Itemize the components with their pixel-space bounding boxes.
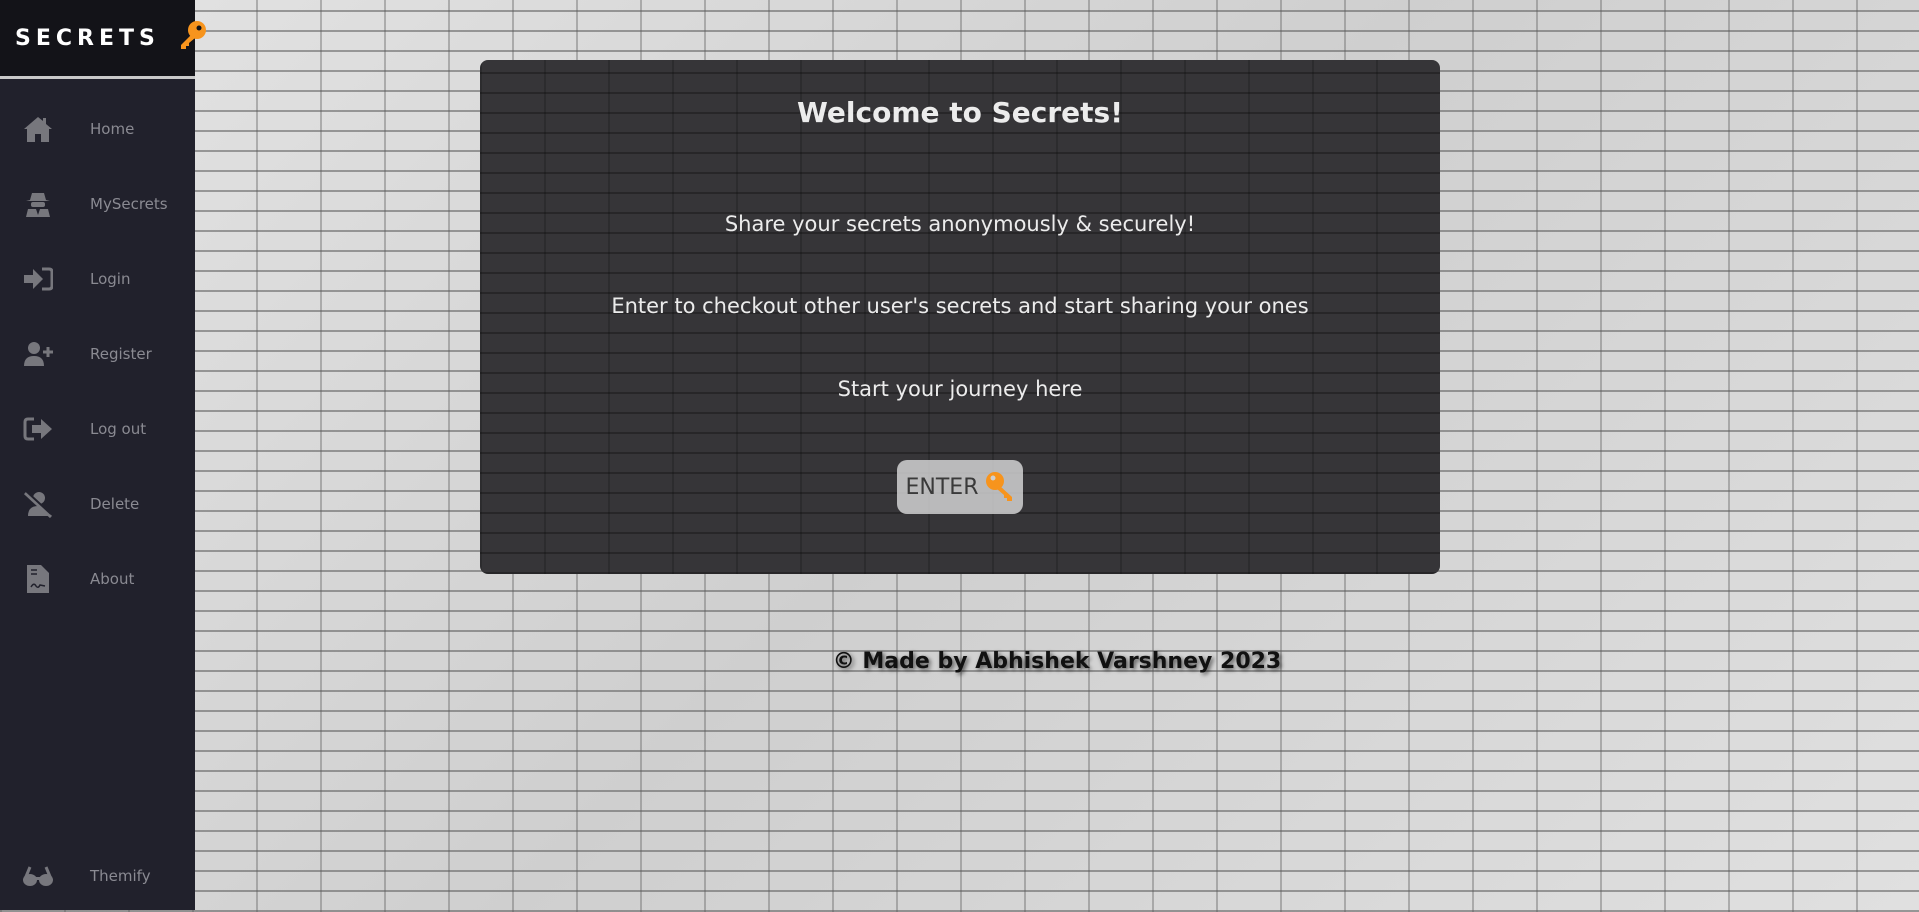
sidebar-item-label: Log out	[90, 420, 147, 438]
sidebar-item-logout[interactable]: Log out	[0, 404, 195, 454]
key-icon	[178, 20, 208, 56]
user-secret-icon	[22, 188, 54, 220]
welcome-card: Welcome to Secrets! Share your secrets a…	[480, 60, 1440, 574]
sidebar-item-login[interactable]: Login	[0, 254, 195, 304]
sidebar-item-label: Home	[90, 120, 135, 138]
file-contract-icon	[22, 563, 54, 595]
sidebar-item-register[interactable]: Register	[0, 329, 195, 379]
brand-name: SECRETS	[15, 25, 160, 51]
tagline: Share your secrets anonymously & securel…	[724, 212, 1196, 236]
user-slash-icon	[22, 488, 54, 520]
sidebar-item-home[interactable]: Home	[0, 104, 195, 154]
home-icon	[22, 113, 54, 145]
sidebar-item-label: MySecrets	[90, 195, 168, 213]
enter-button[interactable]: ENTER	[897, 460, 1023, 514]
sidebar-item-themify[interactable]: Themify	[0, 851, 195, 901]
sidebar-item-label: Delete	[90, 495, 140, 513]
sign-out-icon	[22, 413, 54, 445]
enter-label: ENTER	[905, 474, 979, 500]
sidebar-item-mysecrets[interactable]: MySecrets	[0, 179, 195, 229]
brand[interactable]: SECRETS	[0, 0, 206, 79]
sign-in-icon	[22, 263, 54, 295]
glasses-icon	[22, 860, 54, 892]
call-to-action: Start your journey here	[837, 377, 1083, 401]
sidebar-item-label: About	[90, 570, 135, 588]
footer-credit: © Made by Abhishek Varshney 2023	[832, 649, 1282, 674]
page-title: Welcome to Secrets!	[797, 96, 1123, 129]
description: Enter to checkout other user's secrets a…	[611, 294, 1309, 318]
sidebar: SECRETS Home MySecrets Login Register Lo…	[0, 0, 206, 910]
sidebar-item-label: Themify	[90, 867, 151, 885]
key-icon	[984, 471, 1014, 503]
sidebar-item-delete[interactable]: Delete	[0, 479, 195, 529]
user-plus-icon	[22, 338, 54, 370]
sidebar-item-label: Register	[90, 345, 152, 363]
sidebar-item-label: Login	[90, 270, 131, 288]
sidebar-item-about[interactable]: About	[0, 554, 195, 604]
